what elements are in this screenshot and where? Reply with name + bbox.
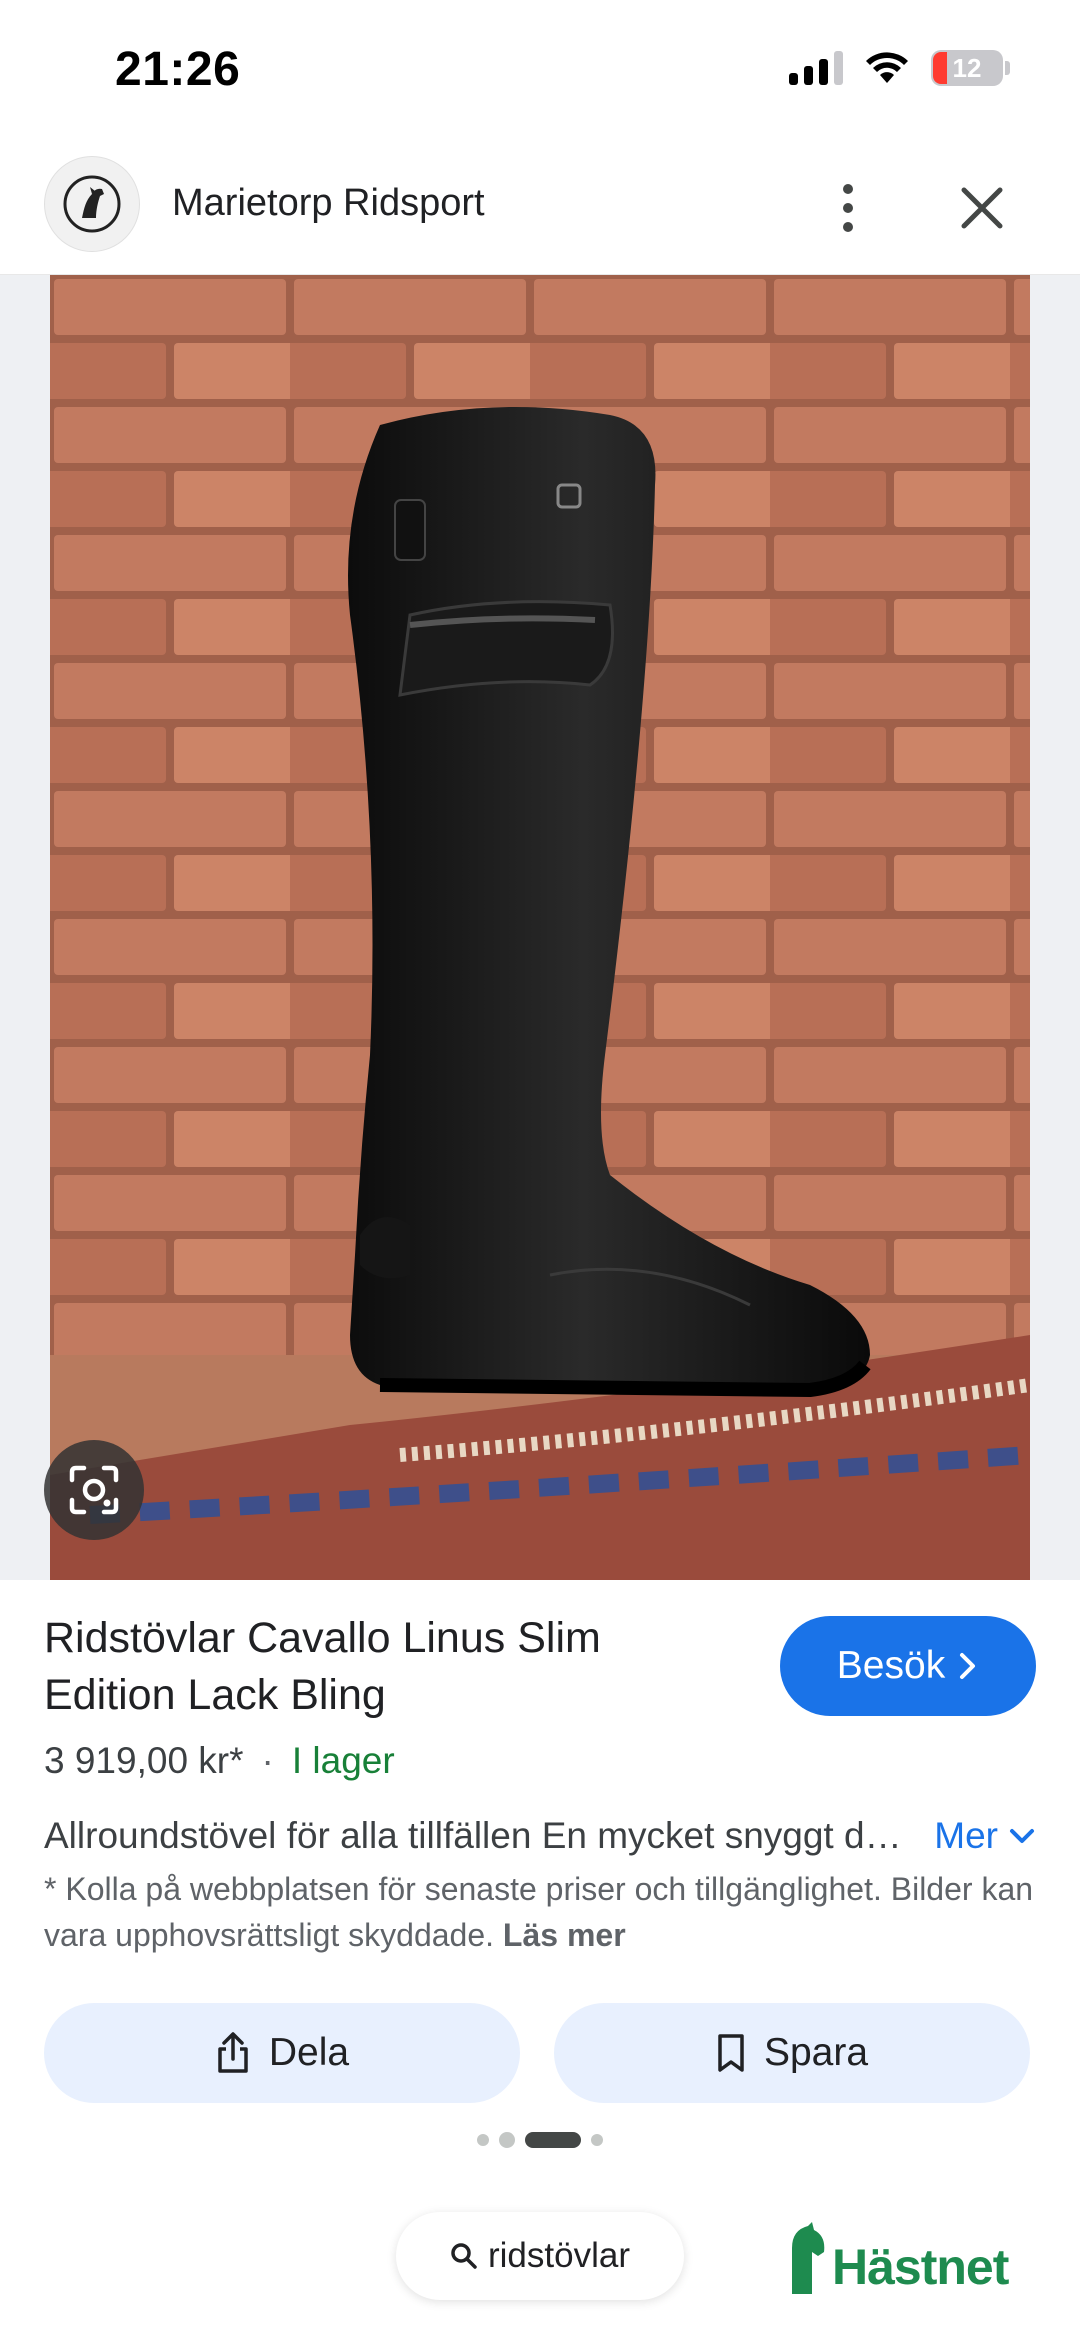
close-icon[interactable] bbox=[950, 176, 1014, 240]
horse-logo-icon bbox=[63, 175, 121, 233]
pager-dot-active[interactable] bbox=[525, 2132, 581, 2148]
product-title[interactable]: Ridstövlar Cavallo Linus Slim Edition La… bbox=[44, 1610, 744, 1724]
share-icon bbox=[218, 2032, 248, 2073]
site-logo[interactable] bbox=[44, 156, 140, 252]
chevron-right-icon bbox=[960, 1653, 976, 1679]
image-viewer bbox=[0, 275, 1080, 1580]
source-header: Marietorp Ridsport bbox=[0, 140, 1080, 275]
pager-dot[interactable] bbox=[499, 2132, 515, 2148]
search-icon bbox=[451, 2243, 477, 2269]
more-button[interactable]: Mer bbox=[934, 1815, 1036, 1857]
pager-dot[interactable] bbox=[477, 2134, 489, 2146]
price: 3 919,00 kr* bbox=[44, 1740, 244, 1781]
share-button[interactable]: Dela bbox=[44, 2003, 520, 2103]
product-image[interactable] bbox=[50, 275, 1030, 1580]
share-label: Dela bbox=[268, 2031, 350, 2074]
stock-status: I lager bbox=[291, 1740, 395, 1781]
google-lens-button[interactable] bbox=[44, 1440, 144, 1540]
battery-icon: 12 bbox=[931, 50, 1010, 86]
description-row: Allroundstövel för alla tillfällen En my… bbox=[44, 1808, 1036, 1864]
wifi-icon bbox=[866, 52, 908, 83]
status-bar: 21:26 12 bbox=[0, 0, 1080, 140]
chevron-down-icon bbox=[1010, 1829, 1034, 1843]
price-separator: · bbox=[261, 1740, 274, 1781]
pager-dot[interactable] bbox=[591, 2134, 603, 2146]
save-button[interactable]: Spara bbox=[554, 2003, 1030, 2103]
image-pager bbox=[0, 2132, 1080, 2148]
read-more-link[interactable]: Läs mer bbox=[503, 1917, 626, 1953]
more-label: Mer bbox=[934, 1815, 998, 1856]
more-vert-icon bbox=[843, 184, 853, 194]
status-time: 21:26 bbox=[115, 43, 241, 96]
visit-label: Besök bbox=[836, 1644, 946, 1687]
google-lens-icon bbox=[69, 1465, 119, 1515]
search-query: ridstövlar bbox=[488, 2236, 630, 2275]
site-name[interactable]: Marietorp Ridsport bbox=[172, 182, 485, 225]
status-icons: 12 bbox=[789, 50, 1010, 86]
save-label: Spara bbox=[763, 2031, 869, 2074]
battery-level: 12 bbox=[952, 52, 982, 83]
brand-name: Hästnet bbox=[832, 2239, 1009, 2295]
product-description: Allroundstövel för alla tillfällen En my… bbox=[44, 1815, 934, 1856]
disclaimer: * Kolla på webbplatsen för senaste prise… bbox=[44, 1866, 1036, 1958]
visit-button[interactable]: Besök bbox=[780, 1616, 1036, 1716]
price-row: 3 919,00 kr* · I lager bbox=[44, 1740, 395, 1782]
search-chip[interactable]: ridstövlar bbox=[396, 2212, 684, 2300]
bookmark-icon bbox=[718, 2034, 744, 2072]
more-options-button[interactable] bbox=[820, 170, 876, 246]
cellular-signal-icon bbox=[789, 51, 843, 85]
brand-logo[interactable]: Hästnet bbox=[788, 2222, 1009, 2296]
horse-head-icon bbox=[792, 2222, 825, 2294]
